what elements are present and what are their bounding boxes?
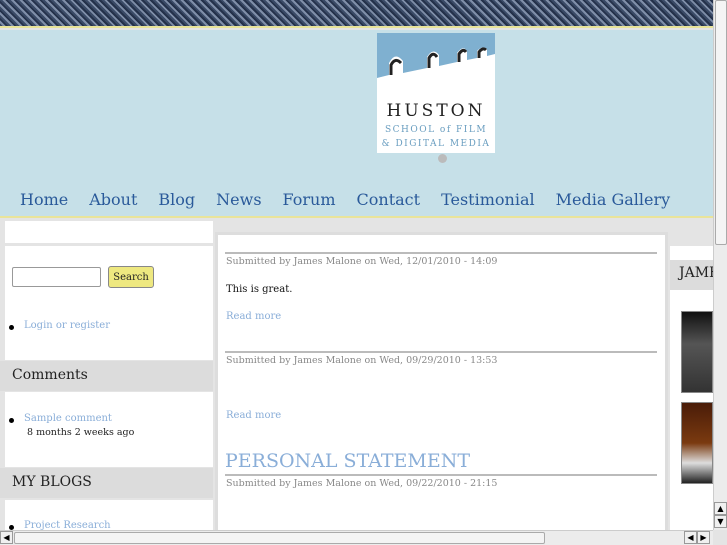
comments-heading: Comments xyxy=(0,361,213,391)
nav-home[interactable]: Home xyxy=(20,190,68,209)
search-input[interactable] xyxy=(12,267,101,287)
left-top-panel xyxy=(5,221,213,243)
scroll-thumb[interactable] xyxy=(715,0,727,245)
scroll-up-icon[interactable]: ▲ xyxy=(714,502,727,515)
post-meta: Submitted by James Malone on Wed, 09/29/… xyxy=(226,355,498,366)
top-banner xyxy=(0,0,713,28)
post-title[interactable]: PERSONAL STATEMENT xyxy=(225,450,470,472)
login-link[interactable]: Login or register xyxy=(8,320,110,331)
vertical-scrollbar[interactable]: ▲ ▼ xyxy=(713,0,727,530)
nav-about[interactable]: About xyxy=(89,190,137,209)
right-heading: JAMES MALONE xyxy=(670,260,713,290)
post-meta: Submitted by James Malone on Wed, 09/22/… xyxy=(226,478,498,489)
post-meta: Submitted by James Malone on Wed, 12/01/… xyxy=(226,256,498,267)
read-more-link[interactable]: Read more xyxy=(226,311,281,322)
search-button[interactable]: Search xyxy=(108,266,154,288)
comment-age: 8 months 2 weeks ago xyxy=(27,427,135,438)
video-thumbnail[interactable] xyxy=(681,311,713,393)
comment-link[interactable]: Sample comment xyxy=(9,413,112,424)
nav-media-gallery[interactable]: Media Gallery xyxy=(556,190,671,209)
search-panel xyxy=(5,246,213,360)
scroll-left-icon[interactable]: ◀ xyxy=(684,531,697,544)
post-body: This is great. xyxy=(226,284,293,295)
read-more-link[interactable]: Read more xyxy=(226,410,281,421)
video-thumbnail[interactable] xyxy=(681,402,713,484)
nav-testimonial[interactable]: Testimonial xyxy=(441,190,535,209)
my-blogs-heading: MY BLOGS xyxy=(0,468,213,498)
nav-contact[interactable]: Contact xyxy=(357,190,421,209)
main-nav: Home About Blog News Forum Contact Testi… xyxy=(20,190,691,209)
scroll-right-icon[interactable]: ▶ xyxy=(697,531,710,544)
scroll-down-icon[interactable]: ▼ xyxy=(714,515,727,528)
nav-news[interactable]: News xyxy=(216,190,261,209)
nav-forum[interactable]: Forum xyxy=(283,190,336,209)
huston-logo[interactable]: HUSTON SCHOOL of FILM & DIGITAL MEDIA xyxy=(377,33,495,153)
nav-blog[interactable]: Blog xyxy=(158,190,195,209)
horizontal-scrollbar[interactable]: ◀ ◀ ▶ xyxy=(0,530,713,545)
site-header: HUSTON SCHOOL of FILM & DIGITAL MEDIA Ho… xyxy=(0,30,713,218)
slide-indicator[interactable] xyxy=(438,154,447,163)
scroll-left-icon[interactable]: ◀ xyxy=(0,531,13,544)
scroll-thumb[interactable] xyxy=(14,532,545,544)
